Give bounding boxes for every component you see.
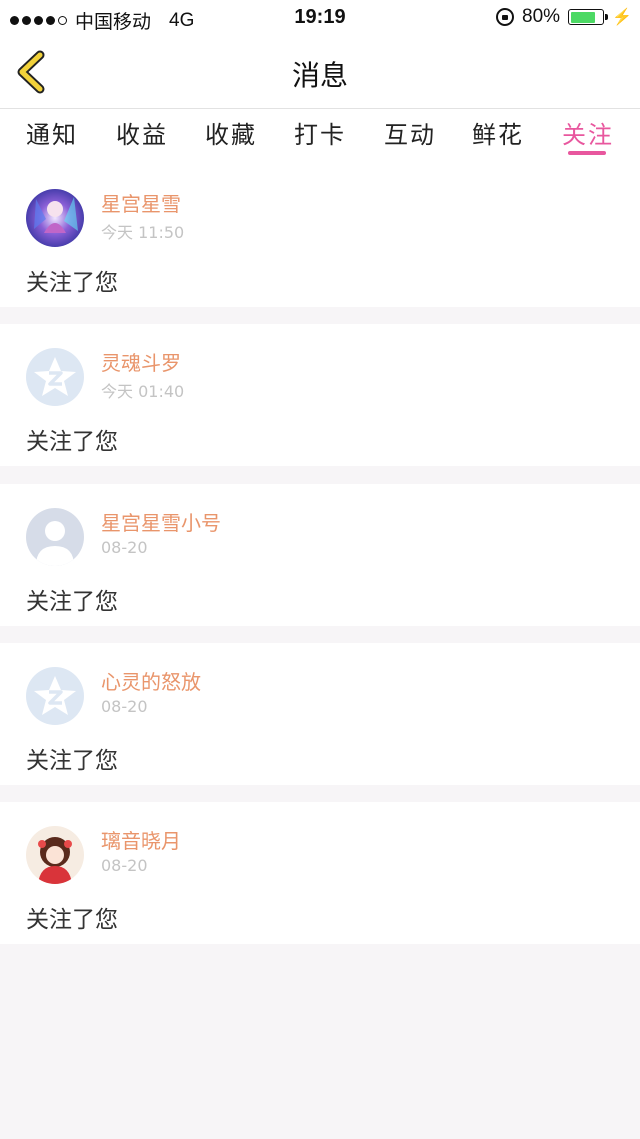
message-time: 08-20 (101, 697, 148, 716)
sender-name[interactable]: 星宫星雪 (101, 188, 181, 217)
message-time: 08-20 (101, 856, 148, 875)
active-tab-indicator (568, 151, 606, 155)
anime-avatar-red[interactable] (26, 826, 84, 884)
message-text: 关注了您 (26, 907, 118, 933)
message-time: 今天 11:50 (101, 223, 185, 242)
message-item[interactable]: 星宫星雪小号 08-20 关注了您 (0, 484, 640, 626)
message-item[interactable]: 心灵的怒放 08-20 关注了您 (0, 643, 640, 785)
sender-name[interactable]: 心灵的怒放 (101, 666, 201, 695)
message-item[interactable]: 灵魂斗罗 今天 01:40 关注了您 (0, 324, 640, 466)
message-item[interactable]: 璃音晓月 08-20 关注了您 (0, 802, 640, 944)
back-chevron-icon[interactable] (14, 50, 50, 94)
tab-checkin[interactable]: 打卡 (294, 115, 346, 150)
tab-notifications[interactable]: 通知 (26, 115, 78, 150)
tab-flowers[interactable]: 鲜花 (472, 115, 524, 150)
message-text: 关注了您 (26, 270, 118, 296)
status-bar: 中国移动 4G 19:19 80% ⚡ (0, 0, 640, 36)
sender-name[interactable]: 星宫星雪小号 (101, 507, 221, 536)
sender-name[interactable]: 灵魂斗罗 (101, 347, 181, 376)
message-text: 关注了您 (26, 429, 118, 455)
navigation-bar: 消息 (0, 36, 640, 109)
tab-favorites[interactable]: 收藏 (205, 115, 257, 150)
message-time: 08-20 (101, 538, 148, 557)
tab-bar: 通知 收益 收藏 打卡 互动 鲜花 关注 (0, 109, 640, 165)
battery-percent: 80% (522, 6, 561, 27)
battery-icon (568, 9, 609, 25)
status-right: 80% ⚡ (496, 6, 632, 28)
page-title: 消息 (291, 59, 348, 92)
anime-avatar-purple[interactable] (26, 189, 84, 247)
tab-interaction[interactable]: 互动 (384, 115, 436, 150)
default-person-avatar[interactable] (26, 508, 84, 566)
message-time: 今天 01:40 (101, 382, 185, 401)
message-text: 关注了您 (26, 748, 118, 774)
message-text: 关注了您 (26, 589, 118, 615)
message-item[interactable]: 星宫星雪 今天 11:50 关注了您 (0, 165, 640, 307)
charging-bolt-icon: ⚡ (612, 9, 632, 26)
default-star-avatar[interactable] (26, 667, 84, 725)
tab-follows[interactable]: 关注 (562, 115, 614, 150)
sender-name[interactable]: 璃音晓月 (101, 825, 181, 854)
tab-earnings[interactable]: 收益 (116, 115, 168, 150)
rotation-lock-icon (496, 8, 515, 26)
default-star-avatar[interactable] (26, 348, 84, 406)
